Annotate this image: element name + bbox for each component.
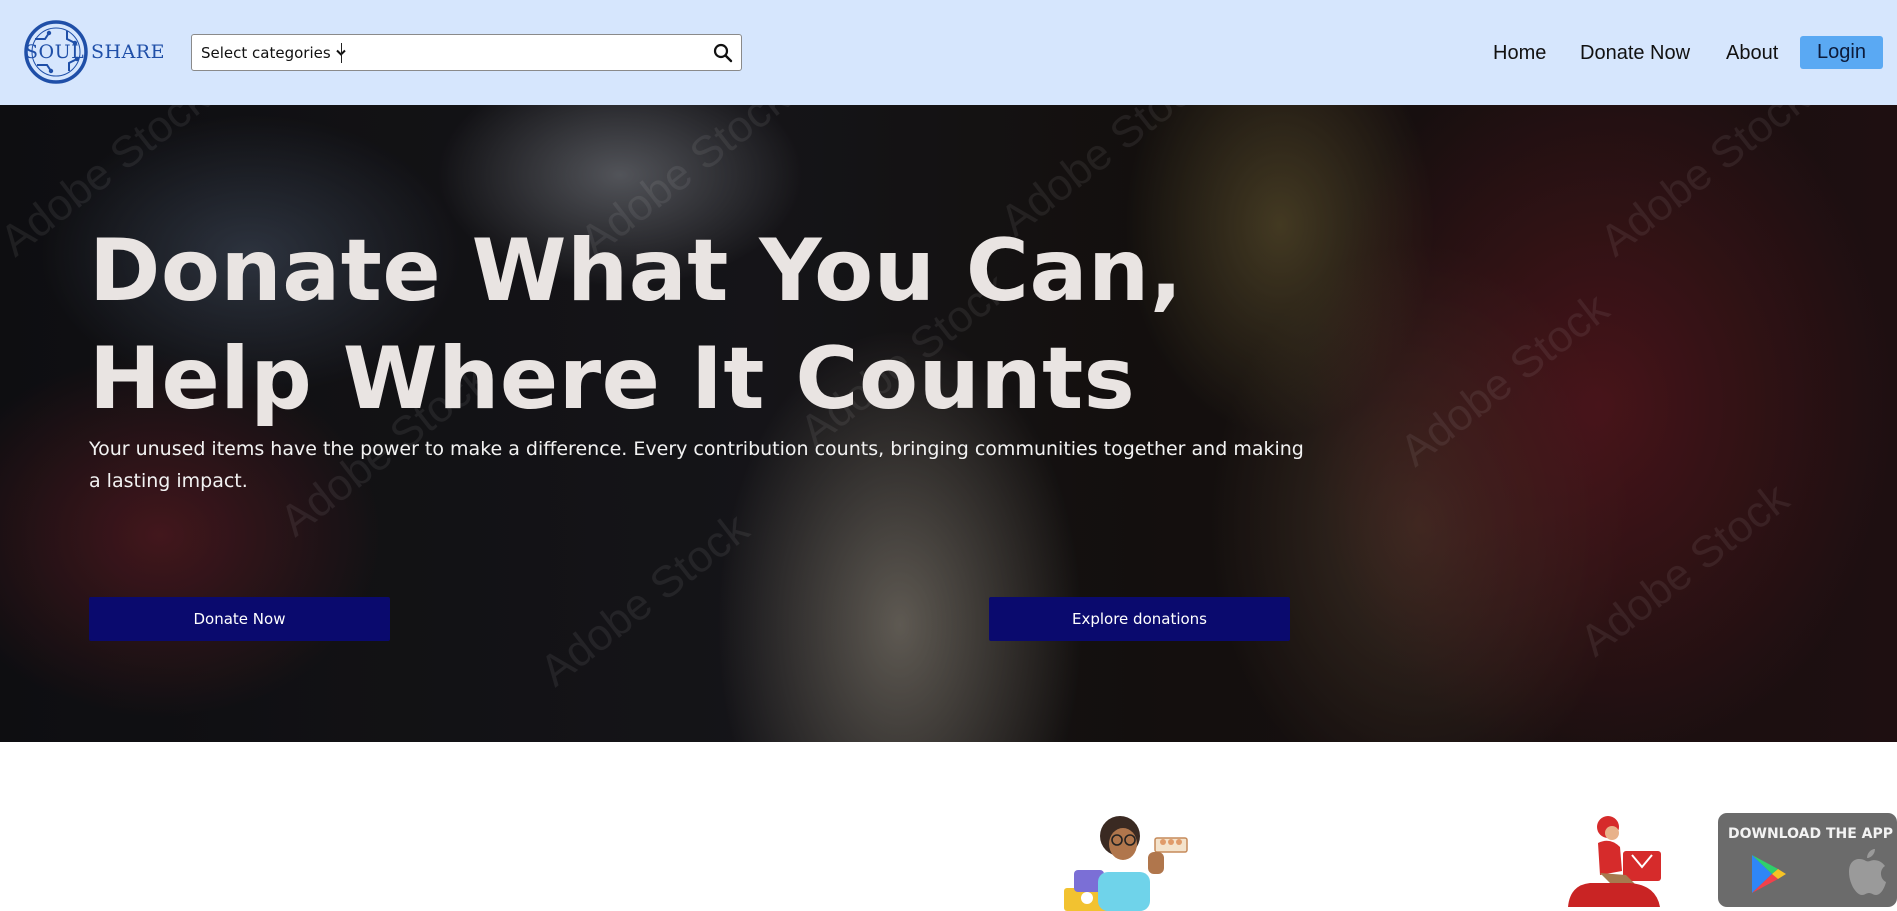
login-button[interactable]: Login [1800, 36, 1883, 69]
nav-home-link[interactable]: Home [1493, 36, 1546, 70]
hero-heading: Donate What You Can, Help Where It Count… [89, 217, 1189, 433]
download-app-badge: DOWNLOAD THE APP [1718, 813, 1897, 907]
search-bar: Select categories [191, 34, 742, 71]
hero-heading-line-1: Donate What You Can, [89, 221, 1183, 321]
category-select-label: Select categories [201, 44, 331, 62]
site-header: SOUL SHARE Select categories Home Donate… [0, 0, 1897, 105]
soulshare-logo[interactable]: SOUL SHARE [23, 19, 165, 87]
search-divider [341, 43, 342, 63]
apple-icon[interactable] [1844, 847, 1888, 897]
explore-donations-button[interactable]: Explore donations [989, 597, 1290, 641]
google-play-icon[interactable] [1748, 853, 1788, 895]
search-icon[interactable] [712, 42, 734, 64]
delivery-courier-illustration [1568, 816, 1661, 907]
logo-text-soul: SOUL [25, 41, 85, 63]
nav-donate-now-link[interactable]: Donate Now [1580, 36, 1690, 70]
hero-heading-line-2: Help Where It Counts [89, 329, 1136, 429]
logo-text-share: SHARE [91, 41, 165, 63]
nav-about-link[interactable]: About [1726, 36, 1778, 70]
donate-now-button[interactable]: Donate Now [89, 597, 390, 641]
hero-subtitle: Your unused items have the power to make… [89, 438, 1304, 492]
hero-banner: Adobe Stock Adobe Stock Adobe Stock Adob… [0, 105, 1897, 742]
download-app-label: DOWNLOAD THE APP [1728, 826, 1894, 842]
category-select[interactable]: Select categories [201, 44, 346, 62]
volunteer-illustration [1064, 816, 1188, 911]
search-input[interactable] [346, 39, 696, 67]
